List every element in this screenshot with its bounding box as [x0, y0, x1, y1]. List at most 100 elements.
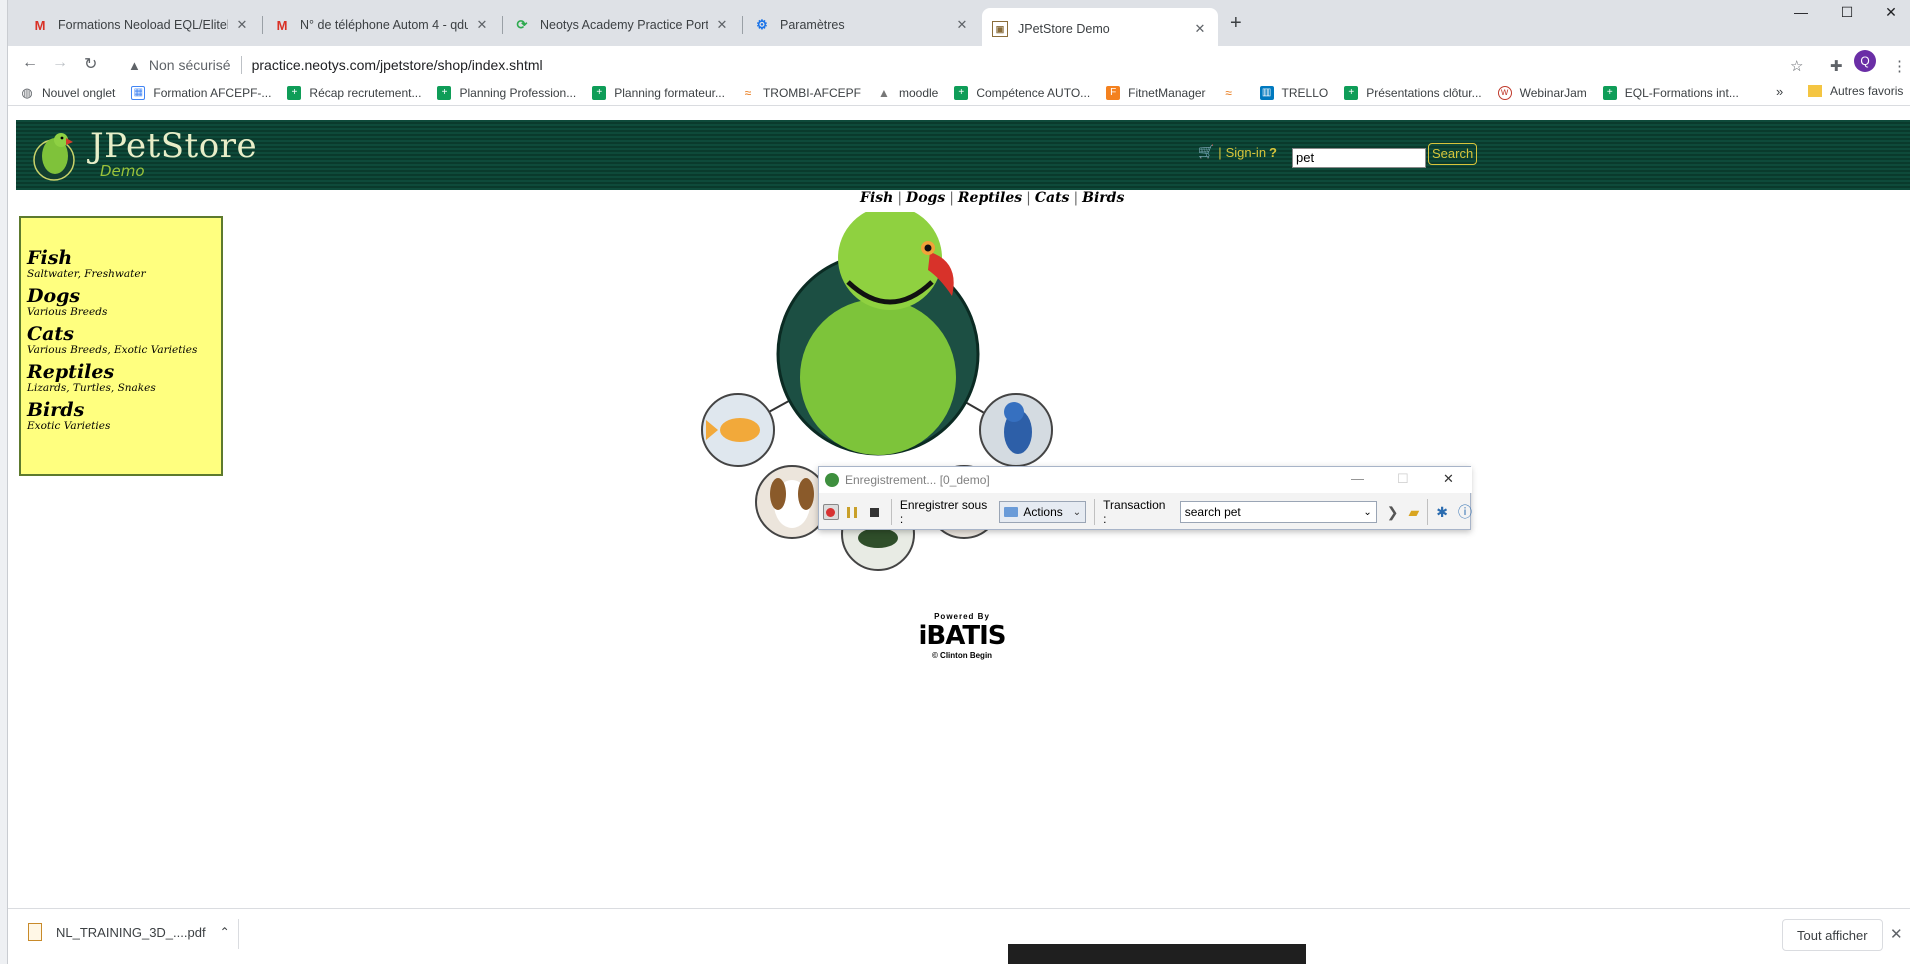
- quicklink-cats[interactable]: Cats: [1035, 190, 1070, 206]
- download-item[interactable]: NL_TRAINING_3D_....pdf ⌃: [28, 923, 230, 941]
- background-window-edge: [0, 0, 8, 964]
- bookmark-item[interactable]: ▲ moodle: [877, 86, 938, 100]
- warning-icon[interactable]: ▲: [128, 58, 141, 73]
- pause-button[interactable]: [846, 506, 857, 518]
- bookmark-item[interactable]: + EQL-Formations int...: [1602, 85, 1739, 100]
- bookmark-item[interactable]: ▥ TRELLO: [1259, 85, 1328, 100]
- tab-close-icon[interactable]: ✕: [474, 17, 490, 33]
- transaction-input[interactable]: search pet ⌄: [1179, 501, 1377, 523]
- address-bar[interactable]: ▲ Non sécurisé practice.neotys.com/jpets…: [120, 50, 1800, 80]
- sign-in-link[interactable]: Sign-in: [1226, 145, 1266, 160]
- maximize-button[interactable]: ☐: [1824, 4, 1870, 21]
- bookmark-item[interactable]: + Planning formateur...: [592, 85, 725, 100]
- ibatis-logo: Powered By iBATIS © Clinton Begin: [908, 612, 1016, 668]
- help-icon[interactable]: ⓘ: [1458, 502, 1472, 522]
- stop-button[interactable]: [869, 507, 879, 517]
- maximize-button[interactable]: ☐: [1397, 471, 1409, 487]
- sidebar-item-fish[interactable]: Fish Saltwater, Freshwater: [27, 248, 215, 280]
- tab-parametres[interactable]: ⚙ Paramètres ✕: [744, 8, 980, 42]
- bookmark-item[interactable]: ≈ TROMBI-AFCEPF: [741, 86, 861, 100]
- category-name[interactable]: Cats: [27, 324, 215, 344]
- bookmark-item[interactable]: w WebinarJam: [1497, 85, 1587, 100]
- category-name[interactable]: Reptiles: [27, 362, 215, 382]
- record-button[interactable]: [823, 504, 839, 520]
- category-name[interactable]: Fish: [27, 248, 215, 268]
- bookmark-item[interactable]: + Planning Profession...: [437, 85, 576, 100]
- downloads-bar: NL_TRAINING_3D_....pdf ⌃ Tout afficher ✕: [8, 908, 1910, 964]
- sheets-icon: +: [287, 85, 302, 100]
- minimize-button[interactable]: —: [1351, 471, 1364, 486]
- page-icon: ▣: [992, 21, 1008, 37]
- tab-close-icon[interactable]: ✕: [954, 17, 970, 33]
- bookmark-label: TROMBI-AFCEPF: [762, 85, 861, 100]
- bookmark-item[interactable]: + Présentations clôtur...: [1344, 85, 1482, 100]
- quicklink-reptiles[interactable]: Reptiles: [958, 190, 1022, 206]
- category-name[interactable]: Birds: [27, 400, 215, 420]
- menu-dots-icon[interactable]: ⋮: [1892, 57, 1907, 75]
- url-text[interactable]: practice.neotys.com/jpetstore/shop/index…: [252, 57, 543, 73]
- gmail-icon: M: [276, 17, 288, 33]
- tab-label: Paramètres: [780, 18, 845, 32]
- parrot-logo-icon[interactable]: [30, 126, 78, 182]
- open-folder-icon[interactable]: ▰: [1409, 504, 1420, 521]
- back-arrow-icon[interactable]: ←: [22, 54, 38, 72]
- new-tab-button[interactable]: +: [1230, 12, 1242, 35]
- tab-close-icon[interactable]: ✕: [1192, 21, 1208, 37]
- extensions-icon[interactable]: ✚: [1830, 57, 1843, 75]
- close-icon[interactable]: ✕: [1890, 925, 1903, 943]
- chevron-down-icon[interactable]: ⌄: [1363, 507, 1371, 518]
- tab-telephone[interactable]: M N° de téléphone Autom 4 - qdu ✕: [264, 8, 500, 42]
- close-window-button[interactable]: ✕: [1868, 4, 1910, 21]
- chevron-up-icon[interactable]: ⌃: [220, 925, 230, 939]
- logo-title[interactable]: JPetStore: [90, 126, 257, 166]
- search-button[interactable]: Search: [1428, 143, 1478, 165]
- bookmark-star-icon[interactable]: ☆: [1790, 57, 1803, 75]
- bookmark-item[interactable]: F FitnetManager: [1106, 85, 1206, 100]
- bookmark-item[interactable]: ◍ Nouvel onglet: [20, 85, 115, 100]
- tab-formations[interactable]: M Formations Neoload EQL/Elitek - ✕: [22, 8, 260, 42]
- tab-close-icon[interactable]: ✕: [234, 17, 250, 33]
- settings-network-icon[interactable]: ✱: [1436, 504, 1448, 521]
- sidebar-item-dogs[interactable]: Dogs Various Breeds: [27, 286, 215, 318]
- reload-icon[interactable]: ↻: [84, 54, 97, 74]
- close-button[interactable]: ✕: [1443, 471, 1454, 487]
- other-bookmarks[interactable]: Autres favoris: [1808, 84, 1903, 98]
- save-under-select[interactable]: Actions ⌄: [999, 501, 1087, 523]
- tab-neotys-academy[interactable]: ⟳ Neotys Academy Practice Portal ✕: [504, 8, 740, 42]
- next-arrow-icon[interactable]: ❯: [1387, 504, 1399, 521]
- bookmark-item[interactable]: + Récap recrutement...: [287, 85, 422, 100]
- gear-icon: ⚙: [756, 17, 768, 32]
- help-link[interactable]: ?: [1269, 145, 1277, 160]
- quicklink-fish[interactable]: Fish: [860, 190, 893, 206]
- fish-category-image[interactable]: [701, 393, 775, 467]
- birds-category-image[interactable]: [979, 393, 1053, 467]
- category-sidebar: Fish Saltwater, Freshwater Dogs Various …: [19, 216, 223, 476]
- category-name[interactable]: Dogs: [27, 286, 215, 306]
- download-file-name: NL_TRAINING_3D_....pdf: [56, 924, 206, 940]
- bookmark-label: Récap recrutement...: [309, 85, 422, 100]
- show-all-button[interactable]: Tout afficher: [1782, 919, 1883, 951]
- minimize-button[interactable]: —: [1778, 4, 1824, 20]
- security-label[interactable]: Non sécurisé: [149, 57, 231, 73]
- bookmark-item[interactable]: + Compétence AUTO...: [954, 85, 1090, 100]
- quicklink-dogs[interactable]: Dogs: [906, 190, 945, 206]
- bookmarks-overflow-button[interactable]: »: [1776, 84, 1783, 99]
- tab-jpetstore[interactable]: ▣ JPetStore Demo ✕: [982, 8, 1218, 50]
- quicklink-birds[interactable]: Birds: [1082, 190, 1124, 206]
- tab-separator: [262, 16, 263, 34]
- sidebar-item-reptiles[interactable]: Reptiles Lizards, Turtles, Snakes: [27, 362, 215, 394]
- profile-avatar[interactable]: Q: [1854, 50, 1876, 72]
- bookmark-item[interactable]: ≈: [1222, 86, 1244, 100]
- recorder-titlebar[interactable]: Enregistrement... [0_demo] — ☐ ✕: [819, 467, 1472, 493]
- bookmark-label: EQL-Formations int...: [1624, 85, 1739, 100]
- search-input[interactable]: pet: [1292, 148, 1426, 168]
- browser-toolbar: ← → ↻ ▲ Non sécurisé practice.neotys.com…: [8, 46, 1910, 84]
- forward-arrow-icon[interactable]: →: [52, 54, 68, 72]
- bookmark-item[interactable]: ▦ Formation AFCEPF-...: [131, 85, 271, 100]
- link-separator: |: [949, 190, 954, 206]
- fitnet-icon: F: [1106, 85, 1121, 100]
- sidebar-item-cats[interactable]: Cats Various Breeds, Exotic Varieties: [27, 324, 215, 356]
- cart-icon[interactable]: 🛒: [1198, 144, 1214, 160]
- sidebar-item-birds[interactable]: Birds Exotic Varieties: [27, 400, 215, 432]
- tab-close-icon[interactable]: ✕: [714, 17, 730, 33]
